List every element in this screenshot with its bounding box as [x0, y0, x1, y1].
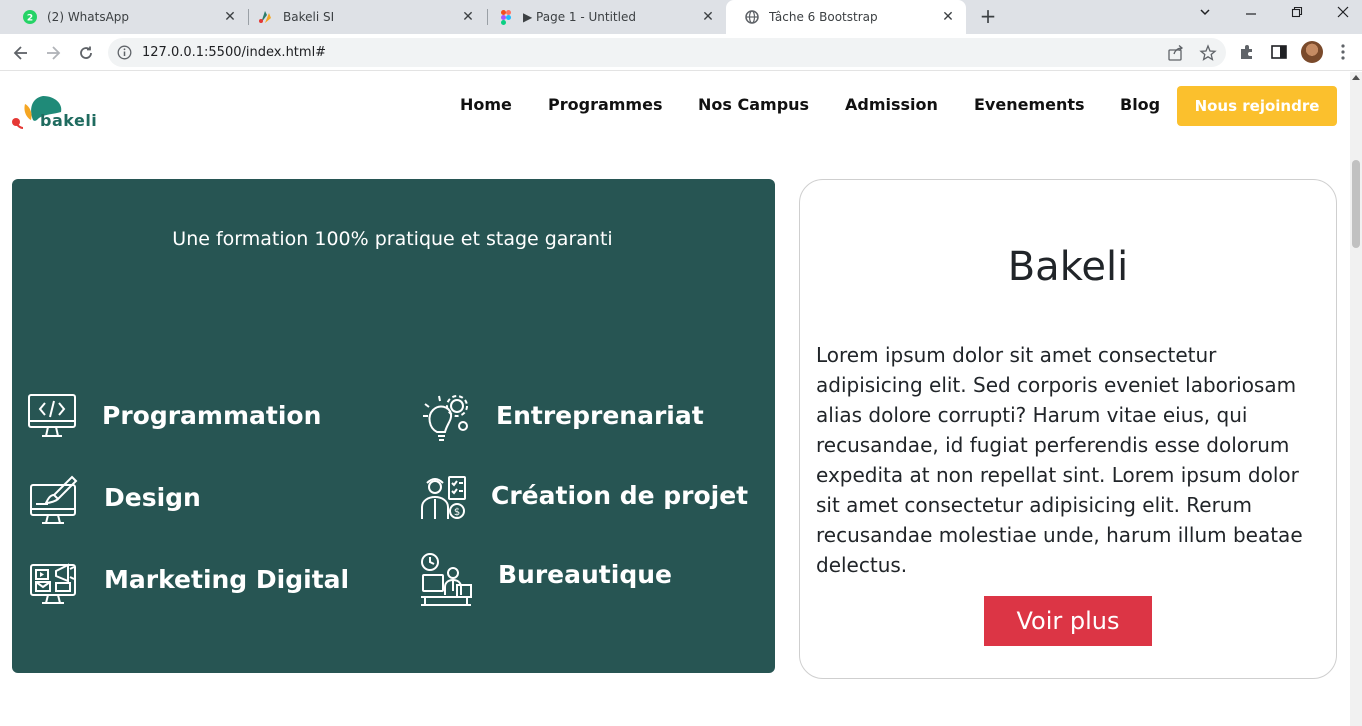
share-icon[interactable]: [1167, 44, 1185, 62]
minimize-icon[interactable]: [1239, 6, 1263, 26]
tab-search-icon[interactable]: [1193, 6, 1217, 26]
more-menu-icon[interactable]: [1336, 43, 1350, 61]
close-icon[interactable]: ✕: [460, 9, 476, 25]
window-close-icon[interactable]: [1331, 6, 1355, 26]
back-arrow-icon[interactable]: [10, 42, 32, 64]
tab-whatsapp[interactable]: 2 (2) WhatsApp ✕: [4, 0, 248, 34]
tab-title: (2) WhatsApp: [47, 10, 130, 24]
tab-figma[interactable]: ▶ Page 1 - Untitled ✕: [480, 0, 726, 34]
scroll-up-icon[interactable]: [1352, 75, 1360, 80]
url-text: 127.0.0.1:5500/index.html#: [142, 45, 327, 60]
logo-text: bakeli: [40, 111, 98, 130]
program-label: Entreprenariat: [496, 401, 704, 430]
close-icon[interactable]: ✕: [700, 9, 716, 25]
program-label: Programmation: [102, 401, 322, 430]
nav-admission[interactable]: Admission: [845, 95, 938, 114]
whatsapp-icon: 2: [22, 9, 38, 25]
close-icon[interactable]: ✕: [940, 9, 956, 25]
globe-icon: [744, 9, 760, 25]
code-monitor-icon: [26, 392, 80, 442]
page-viewport: bakeli Home Programmes Nos Campus Admiss…: [0, 72, 1362, 726]
star-bookmark-icon[interactable]: [1199, 44, 1217, 62]
program-label: Bureautique: [498, 560, 672, 589]
nav-programmes[interactable]: Programmes: [548, 95, 662, 114]
program-label: Design: [104, 483, 201, 512]
tab-title: Tâche 6 Bootstrap: [769, 10, 878, 24]
forward-arrow-icon[interactable]: [42, 42, 64, 64]
new-tab-button[interactable]: +: [977, 6, 999, 28]
close-icon[interactable]: ✕: [222, 9, 238, 25]
restore-icon[interactable]: [1285, 6, 1309, 26]
digital-marketing-icon: [28, 557, 82, 607]
programs-card: Une formation 100% pratique et stage gar…: [12, 179, 775, 673]
scrollbar-thumb[interactable]: [1352, 160, 1360, 248]
join-button[interactable]: Nous rejoindre: [1177, 86, 1337, 126]
address-bar[interactable]: 127.0.0.1:5500/index.html#: [108, 38, 1226, 67]
tab-tache-6-bootstrap[interactable]: Tâche 6 Bootstrap ✕: [726, 0, 966, 34]
design-monitor-icon: [28, 473, 82, 524]
browser-tab-bar: 2 (2) WhatsApp ✕ Bakeli SI ✕ ▶ Page 1 - …: [0, 0, 1362, 34]
idea-gears-icon: [419, 390, 473, 441]
page-scrollbar[interactable]: [1350, 72, 1362, 726]
tab-title: Bakeli SI: [283, 10, 335, 24]
bakeli-info-card: Bakeli Lorem ipsum dolor sit amet consec…: [799, 179, 1337, 679]
card-title: Bakeli: [1007, 244, 1129, 290]
extensions-puzzle-icon[interactable]: [1238, 43, 1258, 63]
voir-plus-button[interactable]: Voir plus: [984, 596, 1152, 646]
programs-tagline: Une formation 100% pratique et stage gar…: [172, 228, 613, 250]
site-info-icon[interactable]: [117, 45, 132, 64]
bakeli-icon: [258, 9, 274, 25]
tab-bakeli-si[interactable]: Bakeli SI ✕: [240, 0, 486, 34]
side-panel-icon[interactable]: [1270, 43, 1290, 63]
program-label: Marketing Digital: [104, 565, 350, 594]
nav-home[interactable]: Home: [460, 95, 512, 114]
profile-avatar[interactable]: [1301, 41, 1323, 63]
tab-title: ▶ Page 1 - Untitled: [523, 10, 636, 24]
svg-text:$: $: [454, 507, 460, 518]
card-text: Lorem ipsum dolor sit amet consectetur a…: [816, 343, 1303, 577]
nav-nos-campus[interactable]: Nos Campus: [698, 95, 809, 114]
nav-evenements[interactable]: Evenements: [974, 95, 1085, 114]
figma-icon: [498, 9, 514, 25]
reload-icon[interactable]: [75, 42, 97, 64]
program-label: Création de projet: [491, 481, 749, 510]
nav-blog[interactable]: Blog: [1120, 95, 1160, 114]
browser-toolbar: 127.0.0.1:5500/index.html#: [0, 34, 1362, 71]
svg-text:2: 2: [27, 14, 33, 24]
project-manager-icon: $: [419, 473, 473, 523]
office-worker-icon: [419, 551, 473, 606]
